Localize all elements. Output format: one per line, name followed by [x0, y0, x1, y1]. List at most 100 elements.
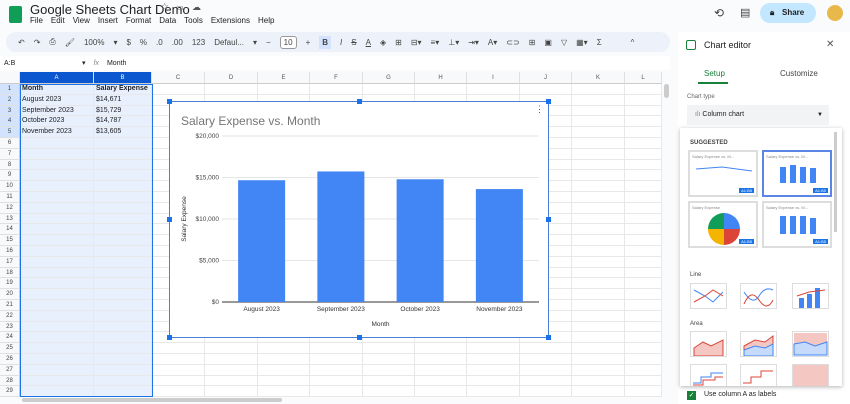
cell[interactable]	[625, 267, 662, 279]
cell[interactable]	[363, 343, 415, 354]
cell[interactable]	[20, 246, 94, 257]
cell[interactable]	[625, 332, 662, 344]
cell[interactable]	[625, 278, 662, 290]
cell[interactable]	[625, 375, 662, 387]
chart-icon[interactable]: ▣	[544, 38, 552, 47]
column-header-A[interactable]: A	[20, 72, 94, 84]
column-header-I[interactable]: I	[467, 72, 520, 84]
history-icon[interactable]: ⟲	[714, 6, 724, 20]
cell[interactable]	[205, 354, 258, 365]
cell[interactable]	[572, 181, 625, 192]
cell[interactable]	[520, 364, 572, 376]
menu-format[interactable]: Format	[126, 16, 151, 25]
undo-icon[interactable]: ↶	[18, 38, 25, 47]
paint-format-icon[interactable]: 🖌︎	[65, 38, 75, 47]
column-header-F[interactable]: F	[310, 72, 363, 84]
stepped-area-chart-option[interactable]	[690, 364, 727, 386]
cell[interactable]	[152, 354, 205, 365]
avatar[interactable]	[827, 5, 843, 21]
cell[interactable]	[20, 148, 94, 160]
cell[interactable]: $13,605	[94, 127, 152, 138]
sheets-logo[interactable]	[9, 6, 22, 23]
cell[interactable]	[520, 354, 572, 365]
cell[interactable]	[310, 375, 363, 387]
cell[interactable]	[94, 300, 152, 311]
cell[interactable]	[572, 310, 625, 322]
comment-icon[interactable]: ⊞	[529, 38, 536, 47]
cell[interactable]	[520, 375, 572, 387]
cell[interactable]	[572, 224, 625, 236]
row-header[interactable]: 20	[0, 289, 20, 300]
cell[interactable]	[310, 354, 363, 365]
column-header-G[interactable]: G	[363, 72, 415, 84]
cell[interactable]	[20, 202, 94, 214]
cell[interactable]	[94, 202, 152, 214]
row-header[interactable]: 27	[0, 364, 20, 376]
tab-customize[interactable]: Customize	[780, 69, 818, 78]
row-header[interactable]: 11	[0, 192, 20, 203]
menu-insert[interactable]: Insert	[98, 16, 118, 25]
cell[interactable]	[572, 386, 625, 397]
cell[interactable]	[94, 267, 152, 279]
suggested-pie-chart[interactable]: Salary Expense A1:B5	[688, 201, 758, 248]
cell[interactable]	[94, 386, 152, 397]
cell[interactable]	[205, 364, 258, 376]
cell[interactable]	[625, 127, 662, 138]
italic-button[interactable]: I	[340, 38, 342, 47]
menu-view[interactable]: View	[73, 16, 90, 25]
suggested-line-chart[interactable]: Salary Expense vs. M... A1:B5	[688, 150, 758, 197]
cell[interactable]	[572, 94, 625, 106]
row-header[interactable]: 18	[0, 267, 20, 279]
cell[interactable]	[205, 386, 258, 397]
resize-handle[interactable]	[357, 99, 362, 104]
cell[interactable]	[20, 224, 94, 236]
suggested-column-chart[interactable]: Salary Expense vs. M... A1:B5	[762, 150, 832, 197]
row-header[interactable]: 29	[0, 386, 20, 397]
use-column-a-checkbox[interactable]: ✓	[687, 391, 696, 400]
cell[interactable]	[572, 235, 625, 246]
resize-handle[interactable]	[357, 335, 362, 340]
combo-chart-option[interactable]	[792, 283, 829, 309]
suggested-column-chart-2[interactable]: Salary Expense vs. M... A1:B5	[762, 201, 832, 248]
column-header-L[interactable]: L	[625, 72, 662, 84]
filter-views-icon[interactable]: ▦▾	[576, 38, 588, 47]
cell[interactable]	[310, 84, 363, 95]
cell[interactable]	[94, 343, 152, 354]
cell[interactable]	[625, 235, 662, 246]
cell[interactable]	[152, 343, 205, 354]
cell[interactable]: September 2023	[20, 105, 94, 117]
row-header[interactable]: 9	[0, 170, 20, 182]
cell[interactable]	[625, 159, 662, 171]
cell[interactable]	[94, 256, 152, 268]
cell[interactable]	[415, 375, 467, 387]
cell[interactable]	[205, 84, 258, 95]
cell[interactable]: Salary Expense	[94, 84, 152, 95]
cell[interactable]	[20, 181, 94, 192]
cell[interactable]	[94, 364, 152, 376]
cell[interactable]	[20, 267, 94, 279]
chart[interactable]: Salary Expense vs. Month $0 $5,000 $10,000 $…	[167, 99, 551, 340]
cell[interactable]	[94, 159, 152, 171]
cell[interactable]	[94, 375, 152, 387]
row-header[interactable]: 21	[0, 300, 20, 311]
resize-handle[interactable]	[546, 99, 551, 104]
select-all-corner[interactable]	[0, 72, 20, 84]
row-header[interactable]: 7	[0, 148, 20, 160]
cell[interactable]	[625, 289, 662, 300]
cell[interactable]	[467, 364, 520, 376]
menu-data[interactable]: Data	[159, 16, 176, 25]
font-size-increase[interactable]: +	[306, 38, 311, 47]
smooth-line-chart-option[interactable]	[740, 283, 777, 309]
chevron-down-icon[interactable]: ▾	[253, 38, 257, 47]
cell[interactable]	[20, 375, 94, 387]
cell[interactable]	[625, 256, 662, 268]
valign-icon[interactable]: ⊥▾	[448, 38, 459, 47]
horizontal-scrollbar[interactable]	[22, 398, 282, 402]
cell[interactable]	[625, 148, 662, 160]
row-header[interactable]: 16	[0, 246, 20, 257]
currency-button[interactable]: $	[126, 38, 130, 47]
row-header[interactable]: 5	[0, 127, 20, 138]
font-select[interactable]: Defaul...	[214, 38, 244, 47]
cell[interactable]	[625, 105, 662, 117]
cell[interactable]	[258, 84, 310, 95]
